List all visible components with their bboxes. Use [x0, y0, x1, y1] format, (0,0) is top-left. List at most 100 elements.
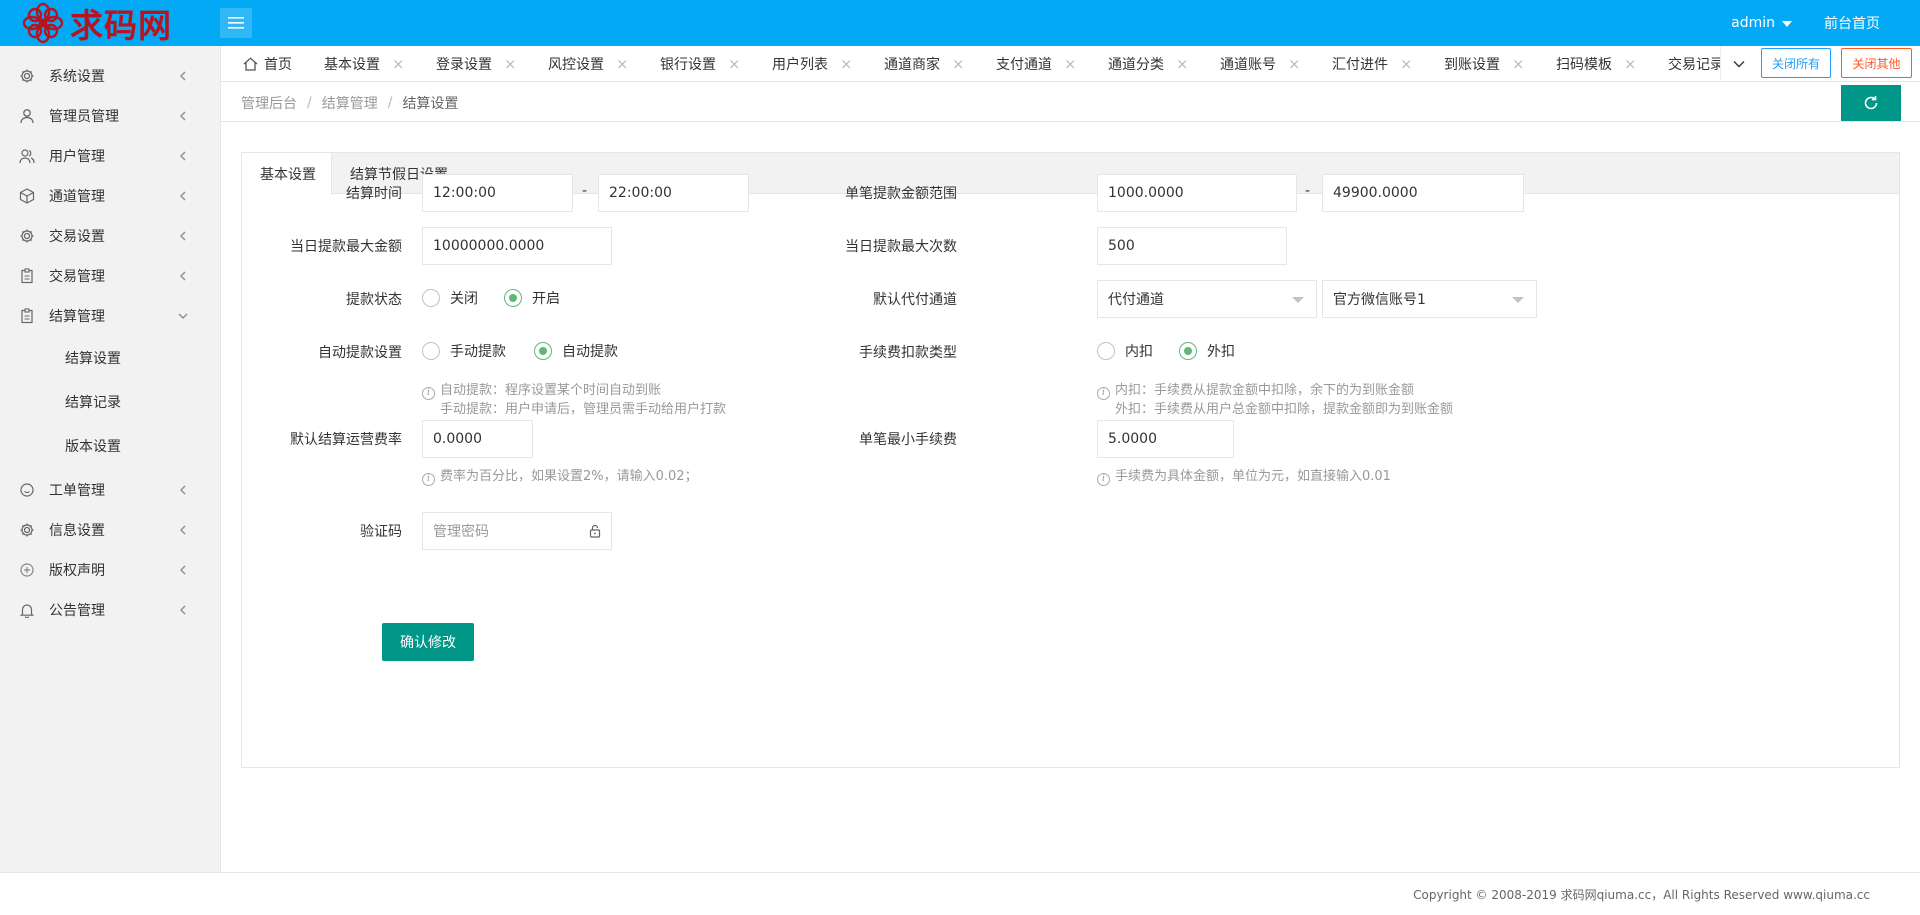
tab-trade-records[interactable]: 交易记录×: [1648, 46, 1720, 81]
tab-label: 银行设置: [660, 57, 716, 73]
close-icon[interactable]: ×: [1176, 55, 1189, 73]
tab-channel-categories[interactable]: 通道分类 ×: [1088, 46, 1200, 81]
fee-type-outer-radio[interactable]: 外扣: [1179, 341, 1235, 361]
close-icon[interactable]: ×: [952, 55, 965, 73]
sidebar-item-trade-settings[interactable]: 交易设置: [0, 216, 220, 256]
sidebar-item-notice-management[interactable]: 公告管理: [0, 590, 220, 630]
home-icon: [243, 57, 258, 71]
hint-line: 费率为百分比，如果设置2%，请输入0.02；: [440, 469, 698, 484]
close-icon[interactable]: ×: [392, 55, 405, 73]
op-rate-label: 默认结算运营费率: [290, 432, 402, 448]
settle-time-start-input[interactable]: 12:00:00: [422, 174, 573, 212]
tab-home[interactable]: 首页: [221, 46, 304, 81]
info-icon: i: [1097, 387, 1110, 400]
close-icon[interactable]: ×: [1064, 55, 1077, 73]
daily-max-count-input[interactable]: 500: [1097, 227, 1287, 265]
radio-label: 开启: [532, 291, 560, 307]
tab-label: 通道分类: [1108, 57, 1164, 73]
breadcrumb-item[interactable]: 管理后台: [241, 93, 297, 113]
tab-user-list[interactable]: 用户列表 ×: [752, 46, 864, 81]
tab-payment-channels[interactable]: 支付通道 ×: [976, 46, 1088, 81]
sidebar-item-info-settings[interactable]: 信息设置: [0, 510, 220, 550]
tab-basic-settings[interactable]: 基本设置 ×: [304, 46, 416, 81]
users-icon: [19, 148, 35, 164]
close-icon[interactable]: ×: [1512, 55, 1525, 73]
radio-circle: [534, 342, 552, 360]
auto-withdraw-manual-radio[interactable]: 手动提款: [422, 341, 506, 361]
user-menu[interactable]: admin: [1731, 15, 1792, 31]
auto-withdraw-auto-radio[interactable]: 自动提款: [534, 341, 618, 361]
radio-circle: [1097, 342, 1115, 360]
sidebar-subitem-settlement-records[interactable]: 结算记录: [0, 380, 220, 424]
tab-channel-accounts[interactable]: 通道账号 ×: [1200, 46, 1312, 81]
chevron-left-icon: [180, 485, 186, 495]
logo[interactable]: 求码网: [20, 2, 172, 45]
sidebar-item-ticket-management[interactable]: 工单管理: [0, 470, 220, 510]
min-fee-input[interactable]: 5.0000: [1097, 420, 1234, 458]
close-icon[interactable]: ×: [728, 55, 741, 73]
op-rate-hint: i 费率为百分比，如果设置2%，请输入0.02；: [422, 467, 698, 486]
sidebar-item-label: 交易管理: [49, 269, 105, 285]
menu-toggle-button[interactable]: [220, 8, 252, 38]
settle-time-end-input[interactable]: 22:00:00: [598, 174, 749, 212]
close-icon[interactable]: ×: [1288, 55, 1301, 73]
sidebar-item-system-settings[interactable]: 系统设置: [0, 56, 220, 96]
refresh-button[interactable]: [1841, 85, 1901, 121]
gear-icon: [19, 68, 35, 84]
confirm-submit-button[interactable]: 确认修改: [382, 623, 474, 661]
radio-label: 自动提款: [562, 344, 618, 360]
amount-min-input[interactable]: 1000.0000: [1097, 174, 1297, 212]
hint-line: 手动提款：用户申请后，管理员需手动给用户打款: [440, 402, 727, 417]
tab-label: 基本设置: [324, 57, 380, 73]
sidebar-item-user-management[interactable]: 用户管理: [0, 136, 220, 176]
daily-max-amount-input[interactable]: 10000000.0000: [422, 227, 612, 265]
sidebar-item-channel-management[interactable]: 通道管理: [0, 176, 220, 216]
radio-label: 关闭: [450, 291, 478, 307]
info-icon: i: [422, 387, 435, 400]
tab-list-dropdown-button[interactable]: [1720, 46, 1756, 81]
select-value: 官方微信账号1: [1333, 292, 1426, 308]
op-rate-input[interactable]: 0.0000: [422, 420, 533, 458]
hamburger-icon: [228, 17, 244, 29]
close-icon[interactable]: ×: [1400, 55, 1413, 73]
sidebar-item-label: 信息设置: [49, 523, 105, 539]
sidebar-item-trade-management[interactable]: 交易管理: [0, 256, 220, 296]
close-icon[interactable]: ×: [840, 55, 853, 73]
tab-label: 用户列表: [772, 57, 828, 73]
close-all-tabs-button[interactable]: 关闭所有: [1761, 48, 1831, 78]
close-other-tabs-button[interactable]: 关闭其他: [1841, 48, 1912, 78]
tab-bank-settings[interactable]: 银行设置 ×: [640, 46, 752, 81]
chevron-down-icon: [1733, 61, 1744, 68]
lock-icon: [589, 524, 601, 538]
default-channel-label: 默认代付通道: [873, 292, 957, 308]
amount-max-input[interactable]: 49900.0000: [1322, 174, 1524, 212]
sidebar-subitem-settlement-settings[interactable]: 结算设置: [0, 336, 220, 380]
radio-circle: [422, 342, 440, 360]
tab-risk-settings[interactable]: 风控设置 ×: [528, 46, 640, 81]
breadcrumb-separator: /: [387, 95, 393, 111]
sidebar-subitem-version-settings[interactable]: 版本设置: [0, 424, 220, 468]
tab-scan-templates[interactable]: 扫码模板 ×: [1536, 46, 1648, 81]
close-icon[interactable]: ×: [1624, 55, 1637, 73]
info-icon: i: [422, 473, 435, 486]
withdraw-status-off-radio[interactable]: 关闭: [422, 288, 478, 308]
info-icon: i: [1097, 473, 1110, 486]
withdraw-status-on-radio[interactable]: 开启: [504, 288, 560, 308]
close-icon[interactable]: ×: [504, 55, 517, 73]
fee-type-inner-radio[interactable]: 内扣: [1097, 341, 1153, 361]
footer: Copyright © 2008-2019 求码网qiuma.cc，All Ri…: [0, 872, 1920, 915]
close-icon[interactable]: ×: [616, 55, 629, 73]
default-account-select[interactable]: 官方微信账号1: [1322, 280, 1537, 318]
tab-arrival-settings[interactable]: 到账设置 ×: [1424, 46, 1536, 81]
front-home-link[interactable]: 前台首页: [1824, 13, 1880, 33]
tab-channel-merchants[interactable]: 通道商家 ×: [864, 46, 976, 81]
sidebar-item-copyright[interactable]: 版权声明: [0, 550, 220, 590]
radio-label: 手动提款: [450, 344, 506, 360]
tab-huifu-onboarding[interactable]: 汇付进件 ×: [1312, 46, 1424, 81]
sidebar-item-settlement-management[interactable]: 结算管理: [0, 296, 220, 336]
default-channel-select[interactable]: 代付通道: [1097, 280, 1317, 318]
breadcrumb-item[interactable]: 结算管理: [322, 93, 378, 113]
sidebar-item-admin-management[interactable]: 管理员管理: [0, 96, 220, 136]
captcha-input[interactable]: 管理密码: [422, 512, 612, 550]
tab-login-settings[interactable]: 登录设置 ×: [416, 46, 528, 81]
